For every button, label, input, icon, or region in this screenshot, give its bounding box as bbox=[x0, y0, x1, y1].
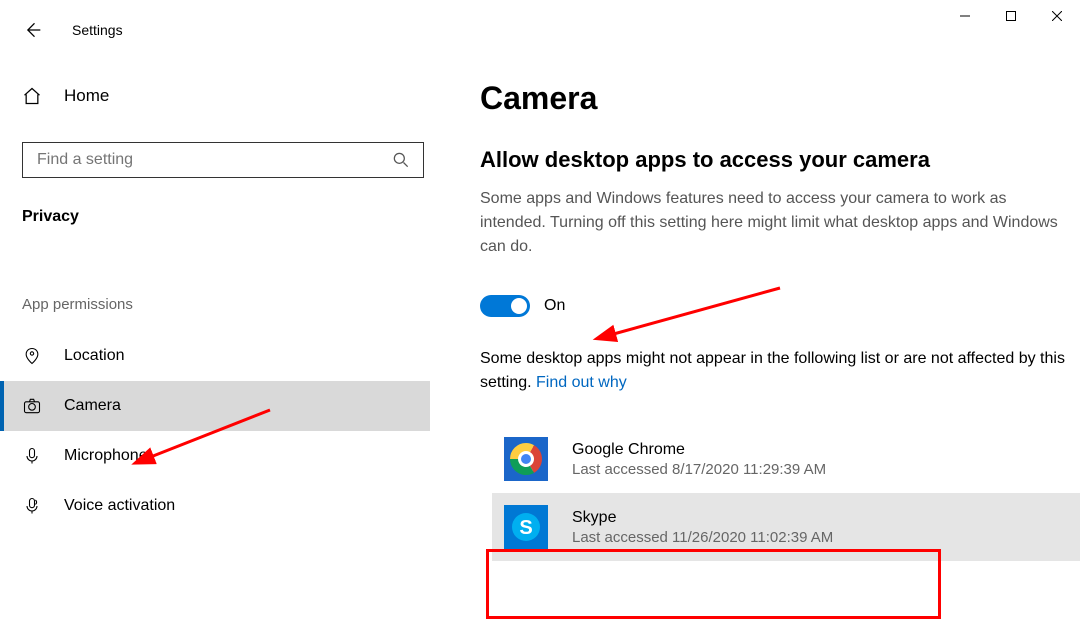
page-title: Camera bbox=[480, 80, 1070, 117]
app-header: Settings bbox=[22, 14, 123, 46]
find-out-why-link[interactable]: Find out why bbox=[536, 374, 627, 391]
toggle-state-label: On bbox=[544, 297, 565, 315]
app-entry-skype[interactable]: S Skype Last accessed 11/26/2020 11:02:3… bbox=[492, 493, 1080, 561]
toggle-knob bbox=[511, 298, 527, 314]
back-button[interactable] bbox=[22, 20, 42, 40]
maximize-button[interactable] bbox=[988, 0, 1034, 32]
close-button[interactable] bbox=[1034, 0, 1080, 32]
svg-text:S: S bbox=[519, 517, 532, 539]
setting-description: Some apps and Windows features need to a… bbox=[480, 187, 1070, 259]
sidebar-item-home[interactable]: Home bbox=[22, 80, 430, 112]
app-last-accessed: Last accessed 11/26/2020 11:02:39 AM bbox=[572, 529, 833, 546]
sidebar-item-microphone[interactable]: Microphone bbox=[0, 431, 430, 481]
app-name: Skype bbox=[572, 509, 833, 527]
search-icon bbox=[391, 150, 411, 170]
group-header-permissions: App permissions bbox=[22, 296, 430, 313]
microphone-icon bbox=[22, 446, 42, 466]
sidebar-item-label: Home bbox=[64, 86, 109, 106]
sidebar: Home Privacy App permissions Location bbox=[0, 80, 430, 531]
sidebar-item-camera[interactable]: Camera bbox=[0, 381, 430, 431]
sidebar-item-label: Microphone bbox=[64, 447, 148, 465]
app-last-accessed: Last accessed 8/17/2020 11:29:39 AM bbox=[572, 461, 826, 478]
toggle-row: On bbox=[480, 295, 1070, 317]
setting-subtitle: Allow desktop apps to access your camera bbox=[480, 147, 1070, 173]
app-name: Google Chrome bbox=[572, 441, 826, 459]
search-input-container[interactable] bbox=[22, 142, 424, 178]
home-icon bbox=[22, 86, 42, 106]
section-label-privacy: Privacy bbox=[22, 208, 430, 226]
main-content: Camera Allow desktop apps to access your… bbox=[480, 80, 1070, 561]
skype-icon: S bbox=[504, 505, 548, 549]
sidebar-item-location[interactable]: Location bbox=[0, 331, 430, 381]
app-entry-chrome[interactable]: Google Chrome Last accessed 8/17/2020 11… bbox=[504, 425, 1070, 493]
voice-icon bbox=[22, 496, 42, 516]
camera-access-toggle[interactable] bbox=[480, 295, 530, 317]
sidebar-item-label: Location bbox=[64, 347, 125, 365]
chrome-icon bbox=[504, 437, 548, 481]
sidebar-item-label: Voice activation bbox=[64, 497, 175, 515]
minimize-button[interactable] bbox=[942, 0, 988, 32]
sidebar-item-voice-activation[interactable]: Voice activation bbox=[0, 481, 430, 531]
location-icon bbox=[22, 346, 42, 366]
search-input[interactable] bbox=[35, 150, 391, 170]
sidebar-item-label: Camera bbox=[64, 397, 121, 415]
app-title: Settings bbox=[72, 22, 123, 38]
camera-icon bbox=[22, 396, 42, 416]
window-controls bbox=[942, 0, 1080, 32]
setting-note: Some desktop apps might not appear in th… bbox=[480, 347, 1070, 395]
